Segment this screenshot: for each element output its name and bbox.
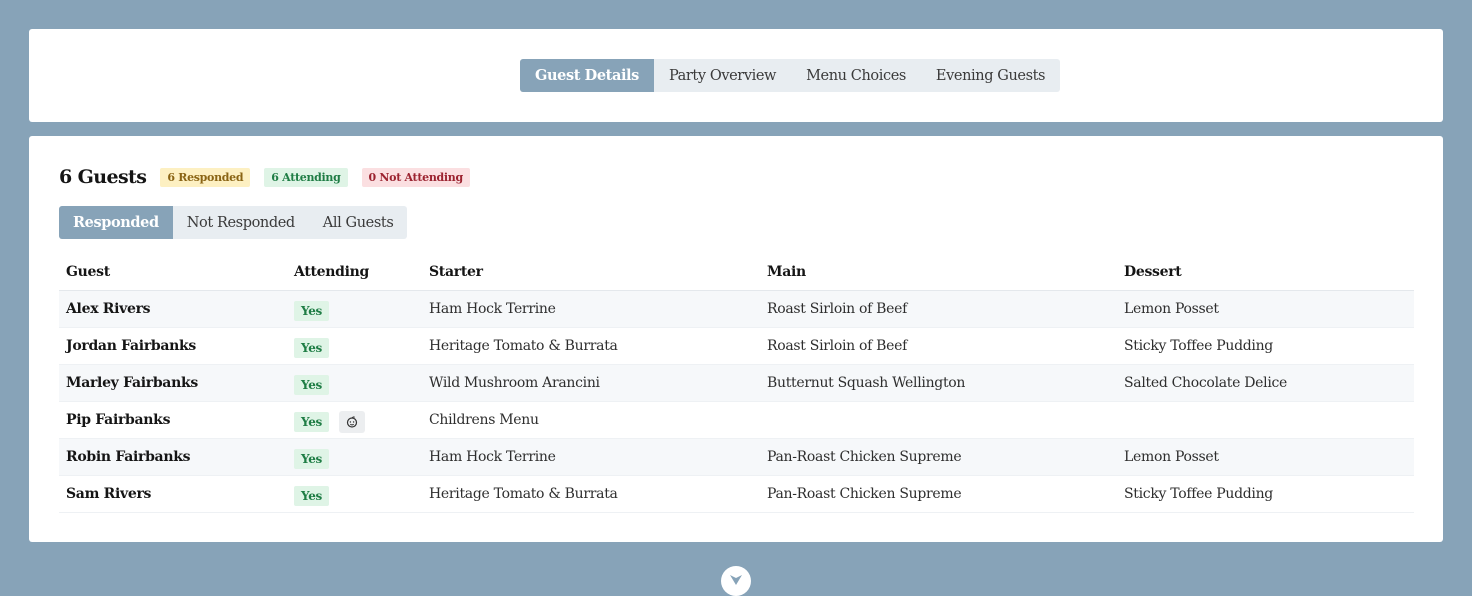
guest-name: Sam Rivers	[59, 475, 287, 513]
attending-yes-badge: Yes	[294, 486, 330, 506]
starter-cell: Ham Hock Terrine	[422, 438, 760, 476]
filter-tab-responded[interactable]: Responded	[59, 206, 173, 239]
filter-tab-all-guests[interactable]: All Guests	[309, 206, 408, 239]
guest-details-card: 6 Guests 6 Responded 6 Attending 0 Not A…	[29, 136, 1443, 542]
attending-cell: Yes	[287, 327, 422, 365]
column-header-main: Main	[760, 253, 1117, 291]
main-cell	[760, 401, 1117, 439]
main-tabs: Guest Details Party Overview Menu Choice…	[520, 59, 1061, 92]
table-row: Alex Rivers Yes Ham Hock Terrine Roast S…	[59, 290, 1414, 328]
attending-yes-badge: Yes	[294, 301, 330, 321]
dessert-cell: Sticky Toffee Pudding	[1117, 327, 1414, 365]
column-header-dessert: Dessert	[1117, 253, 1414, 291]
attending-cell: Yes	[287, 475, 422, 513]
main-cell: Butternut Squash Wellington	[760, 364, 1117, 402]
scroll-down-button[interactable]	[721, 566, 751, 596]
main-cell: Roast Sirloin of Beef	[760, 327, 1117, 365]
main-cell: Pan-Roast Chicken Supreme	[760, 475, 1117, 513]
guest-table: Guest Attending Starter Main Dessert Ale…	[59, 253, 1414, 513]
table-row: Sam Rivers Yes Heritage Tomato & Burrata…	[59, 475, 1414, 513]
chevron-down-icon	[730, 575, 742, 585]
guest-name: Jordan Fairbanks	[59, 327, 287, 365]
column-header-starter: Starter	[422, 253, 760, 291]
tab-evening-guests[interactable]: Evening Guests	[921, 59, 1060, 92]
starter-cell: Childrens Menu	[422, 401, 760, 439]
table-row: Robin Fairbanks Yes Ham Hock Terrine Pan…	[59, 438, 1414, 476]
dessert-cell: Lemon Posset	[1117, 438, 1414, 476]
attending-yes-badge: Yes	[294, 338, 330, 358]
attending-cell: Yes	[287, 364, 422, 402]
dessert-cell: Lemon Posset	[1117, 290, 1414, 328]
attending-yes-badge: Yes	[294, 375, 330, 395]
column-header-attending: Attending	[287, 253, 422, 291]
attending-yes-badge: Yes	[294, 412, 330, 432]
guest-summary: 6 Guests 6 Responded 6 Attending 0 Not A…	[59, 166, 484, 188]
guest-count-title: 6 Guests	[59, 166, 147, 188]
tab-menu-choices[interactable]: Menu Choices	[791, 59, 921, 92]
table-header-row: Guest Attending Starter Main Dessert	[59, 253, 1414, 291]
starter-cell: Wild Mushroom Arancini	[422, 364, 760, 402]
navigation-card: Guest Details Party Overview Menu Choice…	[29, 29, 1443, 122]
starter-cell: Heritage Tomato & Burrata	[422, 475, 760, 513]
main-cell: Pan-Roast Chicken Supreme	[760, 438, 1117, 476]
guest-name: Robin Fairbanks	[59, 438, 287, 476]
guest-name: Pip Fairbanks	[59, 401, 287, 439]
attending-cell: Yes	[287, 401, 422, 439]
column-header-guest: Guest	[59, 253, 287, 291]
attending-cell: Yes	[287, 438, 422, 476]
filter-tab-not-responded[interactable]: Not Responded	[173, 206, 309, 239]
dessert-cell	[1117, 401, 1414, 439]
tab-guest-details[interactable]: Guest Details	[520, 59, 654, 92]
dessert-cell: Sticky Toffee Pudding	[1117, 475, 1414, 513]
attending-cell: Yes	[287, 290, 422, 328]
table-row: Jordan Fairbanks Yes Heritage Tomato & B…	[59, 327, 1414, 365]
filter-tabs: Responded Not Responded All Guests	[59, 206, 408, 239]
guest-name: Marley Fairbanks	[59, 364, 287, 402]
main-cell: Roast Sirloin of Beef	[760, 290, 1117, 328]
guest-name: Alex Rivers	[59, 290, 287, 328]
tab-party-overview[interactable]: Party Overview	[654, 59, 791, 92]
not-attending-badge: 0 Not Attending	[361, 167, 470, 187]
attending-yes-badge: Yes	[294, 449, 330, 469]
table-row: Pip Fairbanks Yes Childrens Menu	[59, 401, 1414, 439]
responded-badge: 6 Responded	[160, 167, 251, 187]
table-row: Marley Fairbanks Yes Wild Mushroom Aranc…	[59, 364, 1414, 402]
starter-cell: Heritage Tomato & Burrata	[422, 327, 760, 365]
attending-badge: 6 Attending	[264, 167, 348, 187]
dessert-cell: Salted Chocolate Delice	[1117, 364, 1414, 402]
child-icon	[339, 411, 366, 433]
starter-cell: Ham Hock Terrine	[422, 290, 760, 328]
